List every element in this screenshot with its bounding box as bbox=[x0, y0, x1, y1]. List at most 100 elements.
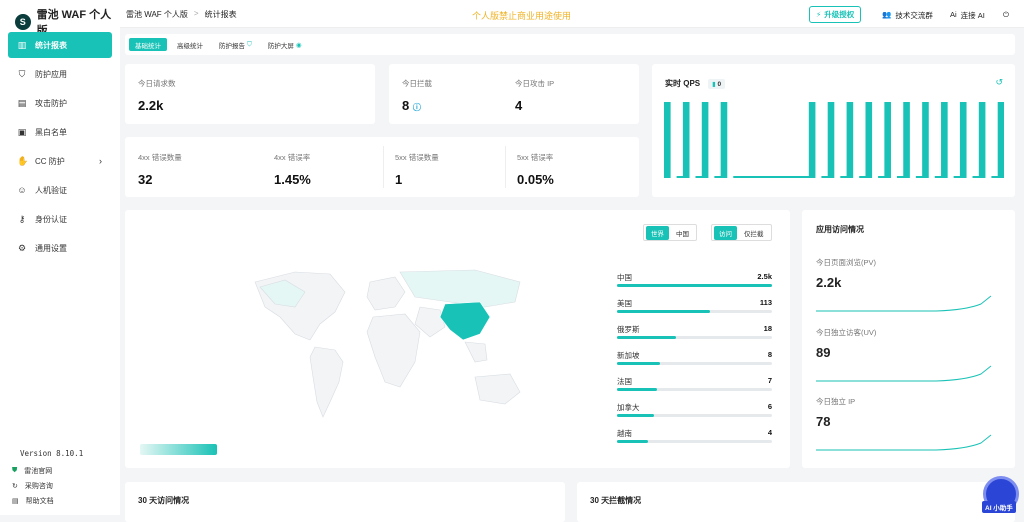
country-value: 7 bbox=[767, 376, 772, 385]
stat-value: 1.45% bbox=[274, 172, 311, 187]
qps-bar bbox=[941, 102, 948, 178]
community-label: 技术交流群 bbox=[895, 11, 933, 20]
country-value: 6 bbox=[767, 402, 772, 411]
ai-assistant-label[interactable]: AI 小助手 bbox=[982, 501, 1016, 513]
refresh-icon: ↻ bbox=[12, 482, 18, 490]
country-bar-track bbox=[617, 310, 772, 313]
footer-link-docs[interactable]: ▤ 帮助文档 bbox=[12, 493, 54, 508]
country-name: 美国 bbox=[617, 299, 632, 308]
info-icon[interactable]: ⓘ bbox=[413, 103, 421, 112]
qps-bar bbox=[972, 176, 980, 178]
community-button[interactable]: 👥 技术交流群 bbox=[882, 10, 933, 21]
tab-advanced[interactable]: 高级统计 bbox=[171, 38, 209, 51]
country-row: 中国 2.5k bbox=[617, 272, 772, 296]
breadcrumb-item[interactable]: 雷池 WAF 个人版 bbox=[126, 9, 188, 20]
chevron-right-icon: › bbox=[99, 156, 102, 166]
breadcrumb-item: 统计报表 bbox=[204, 10, 237, 19]
footer-link-purchase[interactable]: ↻ 采购咨询 bbox=[12, 478, 54, 493]
app-stat-value: 89 bbox=[816, 345, 831, 360]
sidebar-item-label: 攻击防护 bbox=[35, 98, 67, 108]
stat-label: 4xx 错误数量 bbox=[138, 153, 182, 162]
qps-bar bbox=[714, 176, 721, 178]
toggle-visits[interactable]: 访问 bbox=[714, 225, 737, 240]
history-icon[interactable]: ↺ bbox=[995, 77, 1003, 88]
toggle-blocked[interactable]: 仅拦截 bbox=[739, 226, 769, 240]
app-stat-value: 2.2k bbox=[816, 275, 842, 290]
ip-sparkline bbox=[816, 434, 992, 451]
map-china bbox=[439, 301, 491, 341]
tab-label: 防护报告 bbox=[219, 42, 245, 50]
qps-bar bbox=[771, 176, 778, 178]
country-bar-track bbox=[617, 284, 772, 287]
map-north-america bbox=[254, 271, 346, 341]
tab-report[interactable]: 防护报告 ⛉ bbox=[213, 38, 258, 51]
sidebar-item-label: 黑白名单 bbox=[35, 127, 67, 137]
ai-icon: Ai bbox=[950, 10, 957, 19]
card-app-visits: 应用访问情况 今日页面浏览(PV) 2.2k 今日独立访客(UV) 89 今日独… bbox=[802, 210, 1015, 468]
stat-value: 32 bbox=[138, 172, 153, 187]
shield-check-icon: ⛊ bbox=[12, 466, 18, 474]
qps-bar bbox=[859, 176, 866, 178]
sidebar-item-attack[interactable]: ▤ 攻击防护 bbox=[8, 90, 112, 116]
country-name: 法国 bbox=[617, 377, 632, 386]
region-toggle: 世界 中国 bbox=[643, 224, 697, 241]
sparkline-path bbox=[816, 365, 992, 382]
qps-bar bbox=[865, 102, 873, 178]
map-southeast-asia bbox=[464, 341, 488, 363]
qps-bar bbox=[808, 102, 816, 178]
toggle-china[interactable]: 中国 bbox=[671, 226, 694, 240]
chart-bar-icon: ▥ bbox=[17, 39, 27, 50]
sidebar-item-lists[interactable]: ▣ 黑白名单 bbox=[8, 119, 112, 145]
hand-icon: ✋ bbox=[17, 155, 29, 166]
qps-bar bbox=[991, 176, 999, 178]
upgrade-label: 升级授权 bbox=[824, 10, 855, 19]
card-30d-blocks: 30 天拦截情况 bbox=[577, 482, 1015, 522]
qps-bar bbox=[664, 102, 671, 178]
upgrade-button[interactable]: ⚡ 升级授权 bbox=[809, 6, 862, 23]
divider bbox=[505, 146, 506, 188]
stat-label: 5xx 错误率 bbox=[517, 153, 554, 162]
country-row: 加拿大 6 bbox=[617, 402, 772, 426]
version-label: Version 8.10.1 bbox=[20, 449, 84, 458]
qps-bar bbox=[676, 176, 684, 178]
qps-bar-chart bbox=[664, 102, 1004, 178]
sidebar-item-label: 通用设置 bbox=[35, 243, 67, 253]
country-name: 俄罗斯 bbox=[617, 325, 640, 334]
country-bar-fill bbox=[617, 284, 772, 287]
stat-value: 1 bbox=[395, 172, 403, 187]
country-row: 法国 7 bbox=[617, 376, 772, 400]
card-geo-map: 世界 中国 访问 仅拦截 中国 2.5k 美国 113 俄罗斯 18 新加坡 8 法国 7 加拿大 6… bbox=[125, 210, 790, 468]
stat-value: 0.05% bbox=[517, 172, 554, 187]
qps-bar bbox=[978, 102, 986, 178]
sidebar-item-label: 人机验证 bbox=[35, 185, 67, 195]
sidebar-item-stats[interactable]: ▥ 统计报表 bbox=[8, 32, 112, 58]
tab-dashboard[interactable]: 防护大屏 ◉ bbox=[262, 38, 308, 51]
toggle-world[interactable]: 世界 bbox=[646, 225, 669, 240]
sidebar-item-captcha[interactable]: ☺ 人机验证 bbox=[8, 177, 112, 203]
tab-basic[interactable]: 基础统计 bbox=[129, 38, 167, 51]
qps-header: 实时 QPS ▮ 0 bbox=[665, 78, 726, 89]
map-south-america bbox=[309, 346, 344, 418]
sidebar-item-cc[interactable]: ✋ CC 防护 › bbox=[8, 148, 112, 174]
sidebar-item-settings[interactable]: ⚙ 通用设置 bbox=[8, 235, 112, 261]
card-title: 30 天拦截情况 bbox=[590, 496, 642, 505]
users-icon: 👥 bbox=[882, 10, 892, 19]
sparkline-path bbox=[816, 295, 992, 312]
uv-sparkline bbox=[816, 365, 992, 382]
qps-bar bbox=[827, 102, 835, 178]
list-icon: ▣ bbox=[17, 126, 27, 137]
country-value: 2.5k bbox=[757, 272, 772, 281]
connect-ai-button[interactable]: Ai 连接 AI bbox=[950, 10, 985, 21]
sidebar-item-apps[interactable]: ⛉ 防护应用 bbox=[8, 61, 112, 87]
stat-label: 今日请求数 bbox=[138, 79, 176, 88]
sidebar-item-auth[interactable]: ⚷ 身份认证 bbox=[8, 206, 112, 232]
footer-link-website[interactable]: ⛊ 雷池官网 bbox=[12, 463, 54, 478]
pv-sparkline bbox=[816, 295, 992, 312]
metric-toggle: 访问 仅拦截 bbox=[711, 224, 772, 241]
country-bar-fill bbox=[617, 440, 648, 443]
country-bar-track bbox=[617, 336, 772, 339]
qps-bar bbox=[733, 176, 740, 178]
country-bar-track bbox=[617, 414, 772, 417]
logout-button[interactable]: ⏻ bbox=[1003, 10, 1009, 20]
country-value: 4 bbox=[767, 428, 772, 437]
